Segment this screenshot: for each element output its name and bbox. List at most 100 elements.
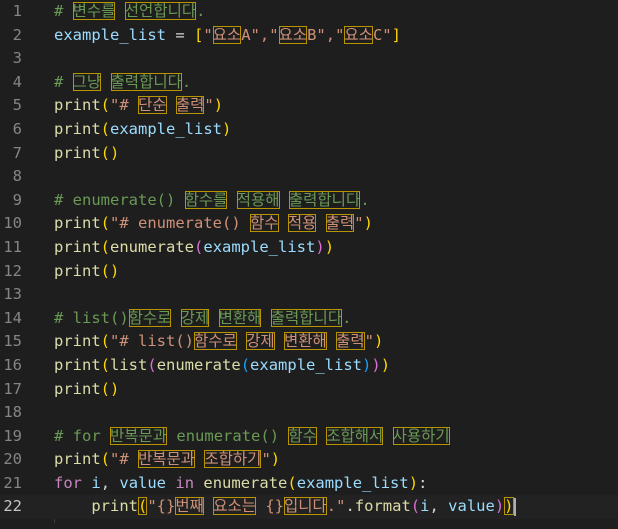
code-token: " [269, 25, 279, 44]
code-text: # enumerate() 함수를 적용해 출력합니다. [54, 189, 370, 213]
code-token: , [100, 473, 120, 492]
code-token: "# list() [110, 332, 195, 351]
highlighted-token: ) [504, 497, 514, 516]
highlighted-token: 선언합니다 [124, 2, 197, 20]
line-number: 20 [3, 450, 22, 469]
code-line[interactable]: 15 print("# list()함수로 강제 변환해 출력") [0, 330, 618, 354]
code-line[interactable]: 13 [0, 283, 618, 307]
highlighted-token: 출력합니다 [110, 72, 182, 91]
code-text: print("# 단순 출력") [54, 94, 223, 118]
line-number: 22 [3, 497, 22, 516]
code-token: [ [193, 25, 204, 44]
code-token: "# enumerate() [110, 214, 250, 233]
highlighted-token: 출력 [175, 96, 205, 115]
code-line[interactable]: 3 [0, 47, 618, 71]
line-number: 13 [3, 285, 22, 304]
code-editor[interactable]: 1 # 변수를 선언합니다. 2 example_list = ["요소A","요소B… [0, 0, 618, 529]
highlighted-token: 출력 [336, 332, 365, 351]
code-token: {} [256, 497, 284, 516]
code-token: for [54, 473, 82, 492]
code-token: . [181, 72, 192, 91]
line-number: 4 [12, 72, 22, 91]
code-token: ) [315, 237, 325, 256]
highlighted-token: ( [138, 497, 148, 516]
code-line[interactable]: 8 [0, 165, 618, 189]
highlighted-token: 번째 [175, 497, 204, 516]
highlighted-token: 요소 [344, 25, 373, 44]
code-line[interactable]: 20 print("# 반복문과 조합하기") [0, 448, 618, 472]
code-text: print() [54, 142, 119, 166]
code-line[interactable]: 14 # list()함수로 강제 변환해 출력합니다. [0, 307, 618, 331]
code-token: example_list [250, 355, 363, 374]
code-token: . [345, 497, 355, 516]
code-line[interactable]: 7 print() [0, 142, 618, 166]
highlighted-token: 변수를 [72, 2, 116, 20]
code-token: print [54, 261, 101, 280]
text-cursor [513, 497, 516, 516]
line-number: 7 [12, 143, 22, 162]
code-line[interactable]: 12 print() [0, 260, 618, 284]
code-text: # 변수를 선언합니다. [54, 0, 205, 24]
code-line[interactable]: 11 print(enumerate(example_list)) [0, 236, 618, 260]
code-token: B", [307, 25, 336, 44]
code-token: print [54, 450, 101, 469]
code-line[interactable]: 22 print("{}번째 요소는 {}입니다.".format(i, val… [0, 495, 618, 520]
code-line[interactable]: 10 print("# enumerate() 함수 적용 출력") [0, 212, 618, 236]
code-token: ) [371, 355, 381, 374]
code-token: . [342, 308, 352, 327]
code-token: ( [100, 214, 111, 233]
line-number: 10 [3, 214, 22, 233]
code-line[interactable]: 4 # 그냥 출력합니다. [0, 71, 618, 95]
code-line[interactable]: 1 # 변수를 선언합니다. [0, 0, 618, 24]
code-line[interactable]: 9 # enumerate() 함수를 적용해 출력합니다. [0, 189, 618, 213]
line-number: 15 [3, 332, 22, 351]
code-line[interactable]: 17 print() [0, 378, 618, 402]
line-number: 14 [3, 308, 22, 327]
highlighted-token: 출력합니다 [270, 308, 343, 327]
code-token: print [54, 332, 101, 351]
code-line[interactable]: 5 print("# 단순 출력") [0, 94, 618, 118]
code-token: : [418, 473, 428, 492]
code-token: . [360, 190, 370, 209]
code-token: ] [391, 25, 401, 44]
code-line[interactable]: 19 # for 반복문과 enumerate() 함수 조합해서 사용하기 [0, 425, 618, 449]
highlighted-token: 요소는 [213, 497, 256, 516]
code-token: enumerate [110, 237, 195, 256]
code-token: ( [194, 237, 204, 256]
code-token: print [54, 355, 101, 374]
code-line[interactable]: 6 print(example_list) [0, 118, 618, 142]
code-line[interactable]: 2 example_list = ["요소A","요소B","요소C"] [0, 24, 618, 48]
code-line[interactable]: 21 for i, value in enumerate(example_list… [0, 472, 618, 496]
highlighted-token: 출력합니다 [288, 190, 361, 209]
highlighted-token: 입니다 [284, 497, 327, 516]
line-number: 18 [3, 403, 22, 422]
code-line[interactable]: 18 [0, 401, 618, 425]
line-number: 5 [12, 96, 22, 115]
code-token: i [91, 473, 101, 492]
code-line[interactable]: 16 print(list(enumerate(example_list))) [0, 354, 618, 378]
code-text: # for 반복문과 enumerate() 함수 조합해서 사용하기 [54, 425, 450, 449]
code-token: C" [372, 25, 392, 44]
highlighted-token: 강제 [246, 332, 275, 351]
code-token: " [354, 214, 364, 233]
code-token: list [110, 355, 148, 374]
code-token: A", [241, 25, 270, 44]
code-text: print() [54, 378, 119, 402]
code-token: ( [240, 355, 251, 374]
code-token: print [54, 379, 101, 398]
line-number: 3 [12, 49, 22, 68]
code-token: ) [362, 355, 372, 374]
highlighted-token: 반복문과 [138, 450, 196, 469]
code-token: () [100, 379, 120, 398]
code-token: () [100, 261, 120, 280]
code-token: ) [408, 473, 419, 492]
code-token: ) [270, 450, 281, 469]
